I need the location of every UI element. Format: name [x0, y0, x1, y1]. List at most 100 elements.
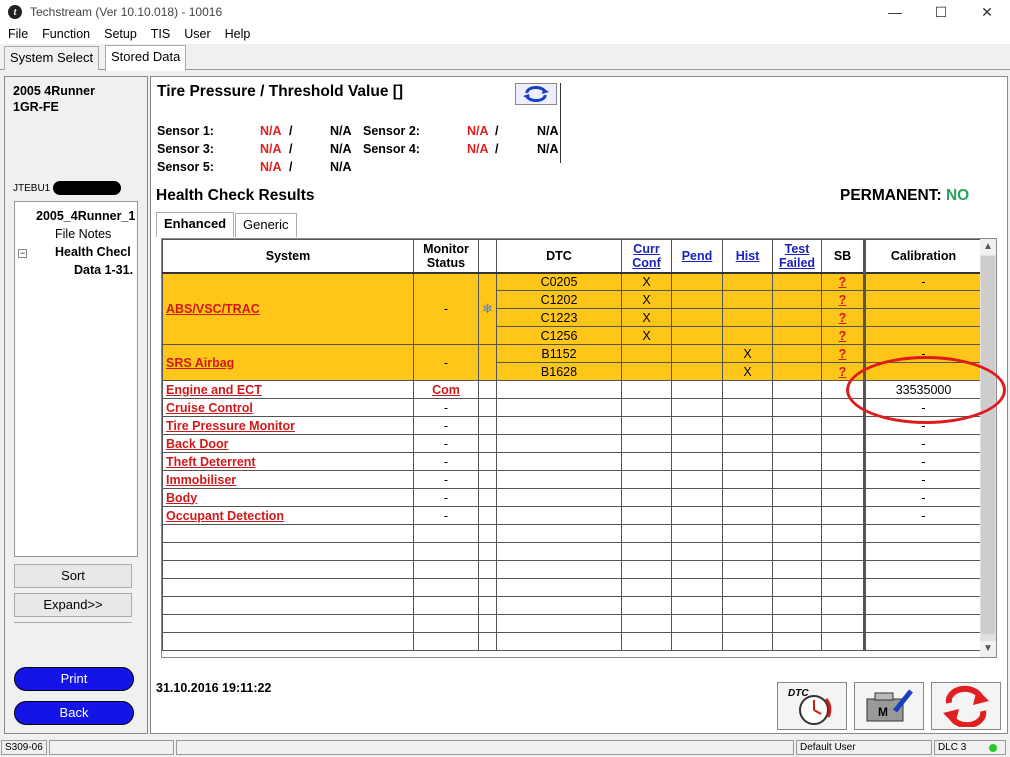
snapshot-cell[interactable] — [478, 344, 497, 381]
system-cell[interactable]: Occupant Detection — [162, 506, 414, 525]
empty-cell — [621, 452, 672, 471]
tab-system-select[interactable]: System Select — [4, 46, 100, 70]
sb-help-link[interactable]: ? — [839, 347, 847, 361]
sb-help-link[interactable]: ? — [839, 365, 847, 379]
system-link[interactable]: SRS Airbag — [166, 356, 234, 370]
system-cell[interactable]: SRS Airbag — [162, 344, 414, 381]
close-button[interactable]: ✕ — [964, 0, 1010, 24]
minimize-button[interactable]: — — [872, 0, 918, 24]
system-cell[interactable]: Immobiliser — [162, 470, 414, 489]
status-blank-1 — [49, 740, 174, 755]
system-cell[interactable]: Tire Pressure Monitor — [162, 416, 414, 435]
maximize-button[interactable]: ☐ — [918, 0, 964, 24]
scroll-up-icon[interactable]: ▲ — [980, 239, 996, 255]
expand-button[interactable]: Expand>> — [14, 593, 132, 617]
system-link[interactable]: Theft Deterrent — [166, 455, 256, 469]
grid-scrollbar[interactable]: ▲ ▼ — [980, 239, 996, 657]
system-cell[interactable]: Back Door — [162, 434, 414, 453]
tree-collapse-icon[interactable]: − — [18, 249, 27, 258]
system-link[interactable]: ABS/VSC/TRAC — [166, 302, 260, 316]
menu-setup[interactable]: Setup — [98, 27, 143, 41]
tab-enhanced[interactable]: Enhanced — [156, 212, 235, 237]
system-link[interactable]: Back Door — [166, 437, 229, 451]
system-link[interactable]: Engine and ECT — [166, 383, 262, 397]
table-row[interactable]: Back Door - - — [162, 434, 982, 453]
sb-cell[interactable]: ? — [821, 308, 865, 327]
table-row[interactable]: Tire Pressure Monitor - - — [162, 416, 982, 435]
menu-tis[interactable]: TIS — [145, 27, 176, 41]
tree-data[interactable]: Data 1-31. — [74, 263, 137, 277]
title-bar: t Techstream (Ver 10.10.018) - 10016 — ☐… — [0, 0, 1010, 24]
system-link[interactable]: Cruise Control — [166, 401, 253, 415]
empty-cell — [722, 506, 773, 525]
menu-function[interactable]: Function — [36, 27, 96, 41]
system-cell[interactable]: ABS/VSC/TRAC — [162, 272, 414, 345]
sb-help-link[interactable]: ? — [839, 311, 847, 325]
tree-health-check[interactable]: Health Checl — [55, 245, 137, 259]
print-button[interactable]: Print — [14, 667, 134, 691]
monitor-cell: - — [413, 470, 479, 489]
sb-help-link[interactable]: ? — [839, 275, 847, 289]
col-system[interactable]: System — [162, 239, 414, 274]
empty-cell — [772, 470, 822, 489]
table-row[interactable]: Occupant Detection - - — [162, 506, 982, 525]
snapshot-cell[interactable]: ❄ — [478, 272, 497, 345]
sb-cell[interactable]: ? — [821, 272, 865, 291]
system-link[interactable]: Tire Pressure Monitor — [166, 419, 295, 433]
menu-file[interactable]: File — [2, 27, 34, 41]
sb-help-link[interactable]: ? — [839, 293, 847, 307]
refresh-tire-button[interactable] — [515, 83, 557, 105]
sensor-4-threshold: N/A — [537, 142, 559, 156]
sb-cell[interactable]: ? — [821, 290, 865, 309]
empty-cell — [621, 506, 672, 525]
system-cell[interactable]: Engine and ECT — [162, 380, 414, 399]
table-row[interactable]: Theft Deterrent - - — [162, 452, 982, 471]
empty-cell — [671, 506, 723, 525]
col-dtc[interactable]: DTC — [496, 239, 622, 274]
menu-user[interactable]: User — [178, 27, 216, 41]
back-button[interactable]: Back — [14, 701, 134, 725]
snowflake-icon[interactable]: ❄ — [482, 301, 493, 316]
tree-file-notes[interactable]: File Notes — [55, 227, 111, 241]
empty-cell — [772, 578, 822, 597]
pend-cell — [671, 308, 723, 327]
col-monitor-status[interactable]: Monitor Status — [413, 239, 479, 274]
dtc-cell: C1223 — [496, 308, 622, 327]
col-calibration[interactable]: Calibration — [863, 239, 982, 274]
table-row[interactable]: ABS/VSC/TRAC - ❄ C0205 X? - — [162, 272, 982, 345]
scroll-down-icon[interactable]: ▼ — [980, 641, 996, 657]
file-tree[interactable]: 2005_4Runner_1 File Notes − Health Checl… — [14, 201, 138, 557]
empty-cell — [863, 614, 982, 633]
system-link[interactable]: Immobiliser — [166, 473, 236, 487]
empty-cell — [162, 542, 414, 561]
scroll-thumb[interactable] — [981, 256, 995, 634]
system-cell[interactable]: Body — [162, 488, 414, 507]
system-link[interactable]: Occupant Detection — [166, 509, 284, 523]
col-hist[interactable]: Hist — [722, 239, 773, 274]
col-sb[interactable]: SB — [821, 239, 865, 274]
tree-root[interactable]: 2005_4Runner_1 — [36, 209, 136, 223]
sb-help-link[interactable]: ? — [839, 329, 847, 343]
tab-generic[interactable]: Generic — [235, 213, 297, 237]
empty-cell — [621, 380, 672, 399]
sb-cell[interactable]: ? — [821, 344, 865, 363]
table-row[interactable]: Immobiliser - - — [162, 470, 982, 489]
tab-stored-data[interactable]: Stored Data — [105, 45, 187, 71]
test-failed-cell — [772, 326, 822, 345]
system-link[interactable]: Body — [166, 491, 197, 505]
engine-monitor-button[interactable]: M — [854, 682, 924, 730]
sort-button[interactable]: Sort — [14, 564, 132, 588]
col-test-failed[interactable]: Test Failed — [772, 239, 822, 274]
sb-cell[interactable]: ? — [821, 326, 865, 345]
system-cell[interactable]: Theft Deterrent — [162, 452, 414, 471]
calibration-cell: - — [863, 488, 982, 507]
dtc-timer-button[interactable]: DTC — [777, 682, 847, 730]
table-row[interactable]: Body - - — [162, 488, 982, 507]
col-pend[interactable]: Pend — [671, 239, 723, 274]
system-cell[interactable]: Cruise Control — [162, 398, 414, 417]
menu-help[interactable]: Help — [219, 27, 257, 41]
col-curr-conf[interactable]: Curr Conf — [621, 239, 672, 274]
table-row[interactable]: SRS Airbag - B1152 X? - — [162, 344, 982, 381]
refresh-all-button[interactable] — [931, 682, 1001, 730]
monitor-value[interactable]: Com — [432, 383, 460, 397]
